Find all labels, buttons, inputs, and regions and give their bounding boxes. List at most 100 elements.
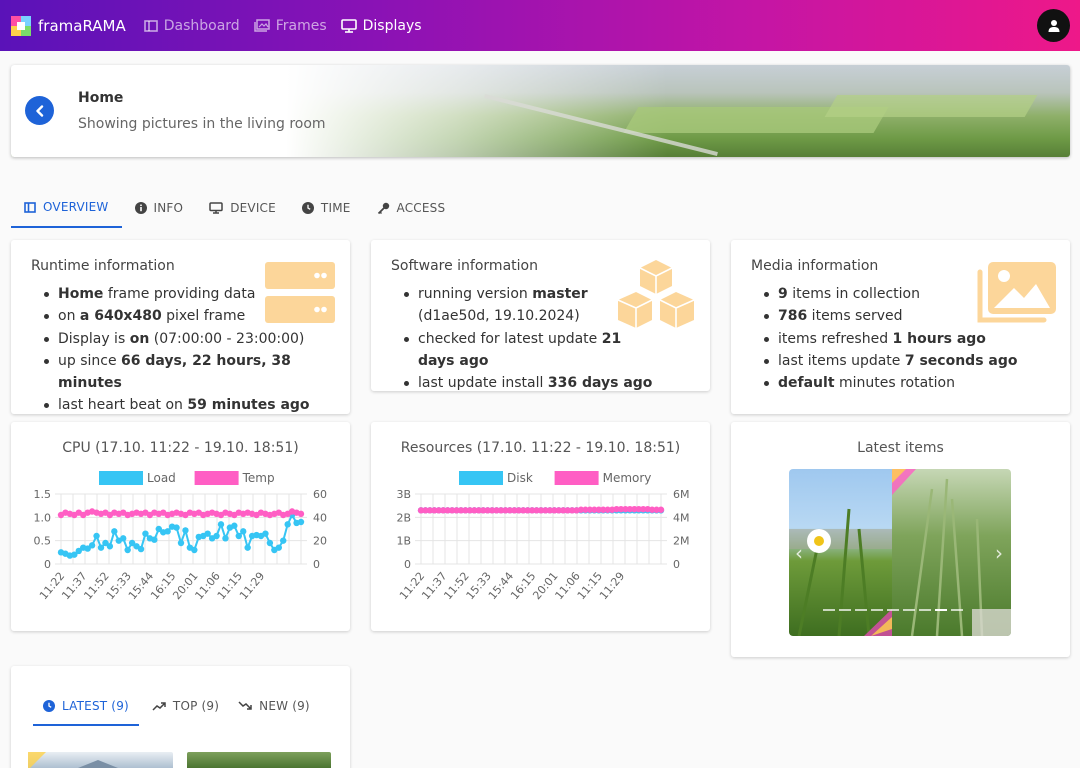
data-point-memory xyxy=(657,506,665,513)
back-button[interactable] xyxy=(25,96,54,125)
nav-dashboard[interactable]: Dashboard xyxy=(143,17,240,34)
items-tabs: LATEST (9) TOP (9) NEW (9) xyxy=(33,688,316,726)
legend-label: Memory xyxy=(603,471,652,485)
tab-device-label: DEVICE xyxy=(230,201,276,215)
list-item: running version master (d1ae50d, 19.10.2… xyxy=(404,283,654,328)
data-point-load xyxy=(97,544,105,551)
data-point-load xyxy=(88,542,96,549)
latest-items-title: Latest items xyxy=(857,440,944,456)
tab-latest[interactable]: LATEST (9) xyxy=(33,688,139,726)
tab-latest-label: LATEST (9) xyxy=(62,699,129,713)
data-point-load xyxy=(244,544,251,551)
list-item: 9 items in collection xyxy=(764,283,1018,305)
tab-top[interactable]: TOP (9) xyxy=(139,688,232,724)
data-point-load xyxy=(222,535,229,542)
tab-time-label: TIME xyxy=(320,201,351,215)
tab-device[interactable]: DEVICE xyxy=(196,190,289,226)
list-item: default minutes rotation xyxy=(764,372,1018,394)
clock-icon xyxy=(301,202,314,214)
software-info-title: Software information xyxy=(391,258,538,274)
list-item: last update install 336 days ago xyxy=(404,372,654,394)
list-item: checked for latest update 21 days ago xyxy=(404,328,654,373)
y-left-tick-label: 3B xyxy=(396,488,411,501)
tab-access[interactable]: ACCESS xyxy=(364,190,459,226)
cpu-chart: Load Temp0 00.5 201.0 401.5 6011:2211:3711:52… xyxy=(34,471,327,602)
items-ranking-card: LATEST (9) TOP (9) NEW (9) xyxy=(11,666,350,768)
clock-icon xyxy=(43,700,55,712)
display-title: Home xyxy=(78,90,124,106)
frames-icon xyxy=(253,19,270,32)
data-point-load xyxy=(93,532,100,540)
y-left-tick-label: 2B xyxy=(396,511,411,524)
list-item: items refreshed 1 hours ago xyxy=(764,328,1018,350)
data-point-load xyxy=(191,546,198,554)
nav-frames-label: Frames xyxy=(275,17,327,34)
data-point-load xyxy=(120,535,127,542)
trending-up-icon xyxy=(152,702,166,711)
nav-displays[interactable]: Displays xyxy=(340,18,422,34)
tab-overview-label: OVERVIEW xyxy=(43,200,109,214)
y-right-tick-label: 0 xyxy=(673,558,680,571)
data-point-load xyxy=(111,528,118,535)
tab-time[interactable]: TIME xyxy=(289,190,364,226)
list-item: last items update 7 seconds ago xyxy=(764,350,1018,372)
list-item: Display is on (07:00:00 - 23:00:00) xyxy=(44,328,350,350)
tab-new-label: NEW (9) xyxy=(259,699,310,713)
y-left-tick-label: 1.0 xyxy=(34,511,52,524)
latest-items-card: Latest items ‹ › xyxy=(731,422,1070,657)
user-icon xyxy=(1048,19,1059,32)
display-header-card: Home Showing pictures in the living room xyxy=(11,65,1070,157)
legend-swatch xyxy=(194,471,239,485)
y-left-tick-label: 0 xyxy=(404,558,411,571)
data-point-load xyxy=(213,532,220,540)
tab-overview[interactable]: OVERVIEW xyxy=(11,190,122,228)
item-thumbnail[interactable] xyxy=(28,752,173,768)
device-icon xyxy=(209,202,223,214)
data-point-load xyxy=(142,530,149,537)
runtime-info-title: Runtime information xyxy=(31,258,175,274)
tab-new[interactable]: NEW (9) xyxy=(232,688,316,724)
y-right-tick-label: 40 xyxy=(313,511,327,524)
cpu-chart-card: CPU (17.10. 11:22 - 19.10. 18:51) Load Te… xyxy=(11,422,350,631)
media-info-card: Media information 9 items in collection … xyxy=(731,240,1070,414)
legend-swatch xyxy=(99,471,143,485)
carousel-next-button[interactable]: › xyxy=(995,541,1003,565)
tab-info[interactable]: INFO xyxy=(122,190,197,226)
y-right-tick-label: 60 xyxy=(313,488,327,501)
data-point-load xyxy=(266,539,274,547)
carousel-prev-button[interactable]: ‹ xyxy=(795,541,803,565)
media-info-title: Media information xyxy=(751,258,879,274)
data-point-load xyxy=(182,527,189,534)
y-right-tick-label: 4M xyxy=(673,511,690,524)
latest-items-carousel[interactable]: ‹ › xyxy=(789,469,1011,636)
resources-chart: Disk Memory0 01B 2M2B 4M3B 6M11:2211:3711:521… xyxy=(396,471,690,602)
data-point-load xyxy=(106,543,114,550)
resources-chart-card: Resources (17.10. 11:22 - 19.10. 18:51) … xyxy=(371,422,710,631)
media-info-list: 9 items in collection 786 items served i… xyxy=(764,283,1018,394)
data-point-load xyxy=(262,530,269,537)
chevron-left-icon xyxy=(35,104,43,117)
data-point-load xyxy=(284,521,291,528)
nav-dashboard-label: Dashboard xyxy=(163,17,240,34)
item-thumbnail[interactable] xyxy=(187,752,331,768)
legend-swatch xyxy=(459,471,503,485)
data-point-load xyxy=(217,521,225,528)
y-left-tick-label: 0.5 xyxy=(34,535,52,548)
runtime-info-list: Home frame providing data on a 640x480 p… xyxy=(44,283,350,417)
list-item: Home frame providing data xyxy=(44,283,350,305)
account-button[interactable] xyxy=(1037,9,1070,42)
tab-access-label: ACCESS xyxy=(396,201,446,215)
framarama-logo-icon xyxy=(11,15,31,36)
list-item: up since 66 days, 22 hours, 38 minutes xyxy=(44,350,350,395)
data-point-load xyxy=(173,524,180,531)
nav-frames[interactable]: Frames xyxy=(253,17,327,34)
legend-label: Disk xyxy=(507,471,533,485)
overview-icon xyxy=(24,201,36,213)
data-point-load xyxy=(240,528,247,535)
display-tabs: OVERVIEW INFO DEVICE TIME ACCESS xyxy=(11,190,458,228)
data-point-load xyxy=(164,528,171,535)
y-right-tick-label: 6M xyxy=(673,488,690,501)
brand[interactable]: framaRAMA xyxy=(11,15,126,36)
software-info-card: Software information running version mas… xyxy=(371,240,710,391)
data-point-load xyxy=(280,537,287,544)
